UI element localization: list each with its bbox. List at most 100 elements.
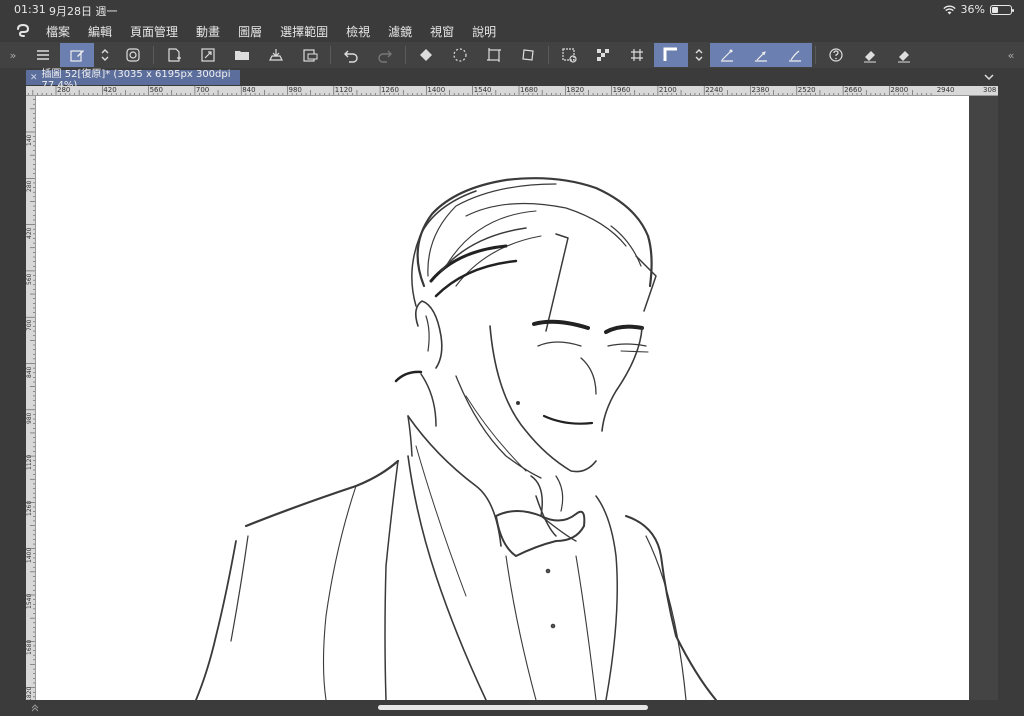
battery-percent: 36% <box>960 3 985 16</box>
ruler-left-label: 1260 <box>26 501 33 517</box>
toolbar-divider <box>548 46 549 64</box>
collapse-up-icon[interactable] <box>30 703 40 713</box>
toolbar-divider <box>815 46 816 64</box>
redo-icon[interactable] <box>368 43 402 67</box>
app-logo-icon[interactable] <box>0 23 46 39</box>
ruler-left-label: 140 <box>26 134 33 146</box>
save-icon[interactable] <box>259 43 293 67</box>
menu-window[interactable]: 視窗 <box>430 23 454 40</box>
snap-special-ruler-icon[interactable] <box>744 43 778 67</box>
grid-icon[interactable] <box>620 43 654 67</box>
ruler-top-label: 700 <box>195 86 210 94</box>
new-canvas-icon[interactable] <box>157 43 191 67</box>
battery-icon <box>990 4 1014 15</box>
menu-page-management[interactable]: 頁面管理 <box>130 23 178 40</box>
selection-launcher-icon[interactable] <box>552 43 586 67</box>
document-tab-bar: ✕ 插圖 52[復原]* (3035 x 6195px 300dpi 77.4%… <box>0 68 1024 91</box>
ruler-top: 280 420 560 700 840 980 1120 1260 1400 1540 1680 18… <box>26 86 998 96</box>
ruler-top-label: 1680 <box>520 86 538 94</box>
resize-canvas-icon[interactable] <box>191 43 225 67</box>
battery-fill <box>992 6 999 13</box>
home-indicator[interactable] <box>378 705 648 710</box>
eraser-soft-icon[interactable] <box>887 43 921 67</box>
ruler-left-label: 700 <box>26 319 33 332</box>
ruler-left-label: 1120 <box>26 454 33 471</box>
status-time: 01:31 <box>14 3 46 16</box>
menu-edit[interactable]: 編輯 <box>88 23 112 40</box>
transparent-lock-icon[interactable] <box>586 43 620 67</box>
ruler-top-label: 840 <box>242 86 256 94</box>
canvas-area[interactable] <box>36 96 998 700</box>
open-folder-icon[interactable] <box>225 43 259 67</box>
expand-updown-icon[interactable] <box>94 43 116 67</box>
menu-view[interactable]: 檢視 <box>346 23 370 40</box>
left-panel-toggle-icon[interactable]: » <box>0 49 26 62</box>
edit-mode-icon[interactable] <box>60 43 94 67</box>
sync-icon[interactable] <box>116 43 150 67</box>
ruler-top-label: 1400 <box>427 86 446 94</box>
chevron-down-icon[interactable] <box>982 70 996 84</box>
ruler-top-label: 1260 <box>381 86 399 94</box>
transform-icon[interactable] <box>511 43 545 67</box>
ruler-left-label: 1680 <box>26 640 33 656</box>
left-dock-strip <box>0 68 26 716</box>
snap-grid-icon[interactable] <box>778 43 812 67</box>
ruler-top-label: 2240 <box>705 86 724 94</box>
ruler-top-label: 2940 <box>936 86 955 94</box>
ruler-top-label: 1820 <box>566 86 585 94</box>
ruler-left-label: 280 <box>26 180 33 193</box>
status-right: 36% <box>942 3 1014 16</box>
fill-icon[interactable] <box>409 43 443 67</box>
ruler-left-label: 980 <box>26 412 33 424</box>
ruler-left-label: 420 <box>26 227 33 239</box>
ruler-top-label: 1120 <box>334 86 353 94</box>
ruler-left-label: 1820 <box>26 686 33 700</box>
help-icon[interactable] <box>819 43 853 67</box>
ruler-left-label: 840 <box>26 366 33 378</box>
menu-help[interactable]: 說明 <box>472 23 496 40</box>
toolbar-divider <box>330 46 331 64</box>
status-date: 9月28日 週一 <box>49 5 118 18</box>
menu-animation[interactable]: 動畫 <box>196 23 220 40</box>
crop-icon[interactable] <box>477 43 511 67</box>
menu-bar: 檔案 編輯 頁面管理 動畫 圖層 選擇範圍 檢視 濾鏡 視窗 說明 <box>0 20 1024 42</box>
wifi-icon <box>942 5 956 14</box>
ruler-snap-icon[interactable] <box>654 43 688 67</box>
ruler-top-label: 420 <box>103 86 117 94</box>
marquee-icon[interactable] <box>443 43 477 67</box>
ruler-top-label: 308 <box>983 86 997 94</box>
menu-filter[interactable]: 濾鏡 <box>388 23 412 40</box>
ruler-top-label: 2380 <box>751 86 770 94</box>
toolbar-divider <box>405 46 406 64</box>
ruler-left-label: 1540 <box>26 593 33 609</box>
ruler-left: 140 280 420 560 700 840 980 1120 1260 1400 1540 168… <box>26 96 36 700</box>
ruler-top-label: 280 <box>57 86 71 94</box>
ruler-left-label: 560 <box>26 273 33 285</box>
ruler-top-label: 2520 <box>797 86 816 94</box>
undo-icon[interactable] <box>334 43 368 67</box>
menu-icon[interactable] <box>26 43 60 67</box>
sketch-drawing <box>195 177 717 700</box>
canvas-scroll-gutter[interactable] <box>969 96 998 700</box>
close-tab-icon[interactable]: ✕ <box>30 73 38 83</box>
document-tab[interactable]: ✕ 插圖 52[復原]* (3035 x 6195px 300dpi 77.4%… <box>26 69 240 91</box>
right-dock-strip <box>998 68 1024 716</box>
ruler-left-label: 1400 <box>26 547 33 563</box>
snap-ruler-icon[interactable] <box>710 43 744 67</box>
ruler-top-label: 2800 <box>890 86 909 94</box>
menu-layer[interactable]: 圖層 <box>238 23 262 40</box>
ruler-top-label: 560 <box>149 86 163 94</box>
status-bar: 01:31 9月28日 週一 36% <box>0 0 1024 20</box>
menu-file[interactable]: 檔案 <box>46 23 70 40</box>
eraser-icon[interactable] <box>853 43 887 67</box>
expand-updown-icon[interactable] <box>688 43 710 67</box>
menu-selection[interactable]: 選擇範圍 <box>280 23 328 40</box>
ruler-top-label: 1540 <box>473 86 492 94</box>
ruler-top-label: 980 <box>288 86 302 94</box>
drawing-paper[interactable] <box>36 96 969 700</box>
toolbar-divider <box>153 46 154 64</box>
export-image-icon[interactable] <box>293 43 327 67</box>
ruler-top-label: 2100 <box>658 86 677 94</box>
right-panel-toggle-icon[interactable]: « <box>998 49 1024 62</box>
ruler-top-label: 2660 <box>844 86 862 94</box>
